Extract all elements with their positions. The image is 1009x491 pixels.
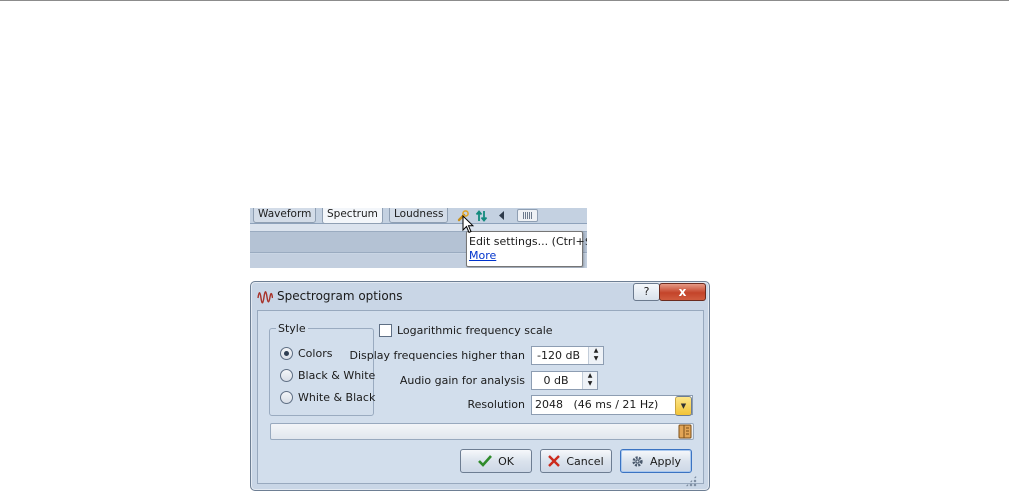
waveform-app-icon — [257, 291, 273, 304]
gear-icon — [631, 455, 644, 468]
tab-waveform[interactable]: Waveform — [253, 208, 317, 223]
radio-label: Colors — [298, 347, 333, 360]
style-option-black-white[interactable]: Black & White — [280, 369, 375, 382]
style-group: Style Colors Black & White White & Black — [269, 322, 375, 416]
view-tab-strip: Waveform Spectrum Loudness Edit settings… — [250, 208, 587, 268]
apply-button[interactable]: Apply — [620, 449, 692, 473]
top-divider — [0, 0, 1009, 1]
scroll-left-icon[interactable] — [495, 209, 509, 222]
checkbox-label: Logarithmic frequency scale — [397, 324, 553, 337]
tab-row: Waveform Spectrum Loudness — [250, 208, 587, 224]
display-frequencies-stepper[interactable]: -120 dB ▲ ▼ — [531, 346, 604, 365]
select-value: 2048 (46 ms / 21 Hz) — [535, 398, 659, 411]
tooltip: Edit settings... (Ctrl+$) More — [466, 231, 587, 267]
stepper-value[interactable]: -120 dB — [532, 349, 585, 362]
resolution-label: Resolution — [467, 398, 525, 411]
mouse-cursor-icon — [462, 215, 474, 234]
tooltip-more-link[interactable]: More — [469, 249, 496, 262]
chevron-down-icon[interactable]: ▼ — [675, 396, 692, 416]
dialog-body: Style Colors Black & White White & Black… — [257, 310, 704, 484]
tab-loudness[interactable]: Loudness — [389, 208, 449, 223]
button-label: Apply — [649, 454, 682, 468]
stepper-value[interactable]: 0 dB — [532, 374, 580, 387]
radio-label: Black & White — [298, 369, 376, 382]
checkbox[interactable] — [379, 324, 392, 337]
checkmark-icon — [478, 455, 493, 467]
button-label: Cancel — [566, 454, 604, 468]
stepper-arrows-icon[interactable]: ▲ ▼ — [588, 347, 603, 364]
audio-gain-stepper[interactable]: 0 dB ▲ ▼ — [531, 371, 598, 390]
toolbar-band — [250, 224, 587, 231]
close-button[interactable]: x — [659, 283, 706, 301]
radio-button[interactable] — [280, 347, 293, 360]
radio-button[interactable] — [280, 391, 293, 404]
radio-label: White & Black — [298, 391, 376, 404]
resolution-select[interactable]: 2048 (46 ms / 21 Hz) ▼ — [531, 395, 693, 416]
scroll-thumb-icon[interactable] — [517, 209, 538, 222]
style-option-colors[interactable]: Colors — [280, 347, 332, 360]
book-icon — [678, 424, 692, 439]
dialog-title: Spectrogram options — [277, 289, 403, 303]
radio-button[interactable] — [280, 369, 293, 382]
swap-arrows-icon[interactable] — [474, 209, 488, 222]
progress-bar — [270, 423, 694, 440]
tab-spectrum[interactable]: Spectrum — [322, 208, 383, 224]
dialog-titlebar[interactable]: Spectrogram options ? x — [251, 282, 709, 310]
button-label: OK — [498, 454, 514, 468]
cancel-button[interactable]: Cancel — [540, 449, 612, 473]
tooltip-text: Edit settings... (Ctrl+$) — [469, 235, 587, 248]
ok-button[interactable]: OK — [460, 449, 532, 473]
style-option-white-black[interactable]: White & Black — [280, 391, 375, 404]
stepper-arrows-icon[interactable]: ▲ ▼ — [582, 372, 597, 389]
help-button[interactable]: ? — [633, 283, 660, 301]
log-frequency-scale-checkbox[interactable]: Logarithmic frequency scale — [379, 324, 553, 337]
spectrogram-options-dialog: Spectrogram options ? x Style Colors Bla… — [250, 281, 710, 491]
x-icon — [548, 455, 561, 467]
display-frequencies-label: Display frequencies higher than — [349, 349, 525, 362]
style-group-label: Style — [276, 322, 308, 335]
audio-gain-label: Audio gain for analysis — [399, 374, 525, 387]
